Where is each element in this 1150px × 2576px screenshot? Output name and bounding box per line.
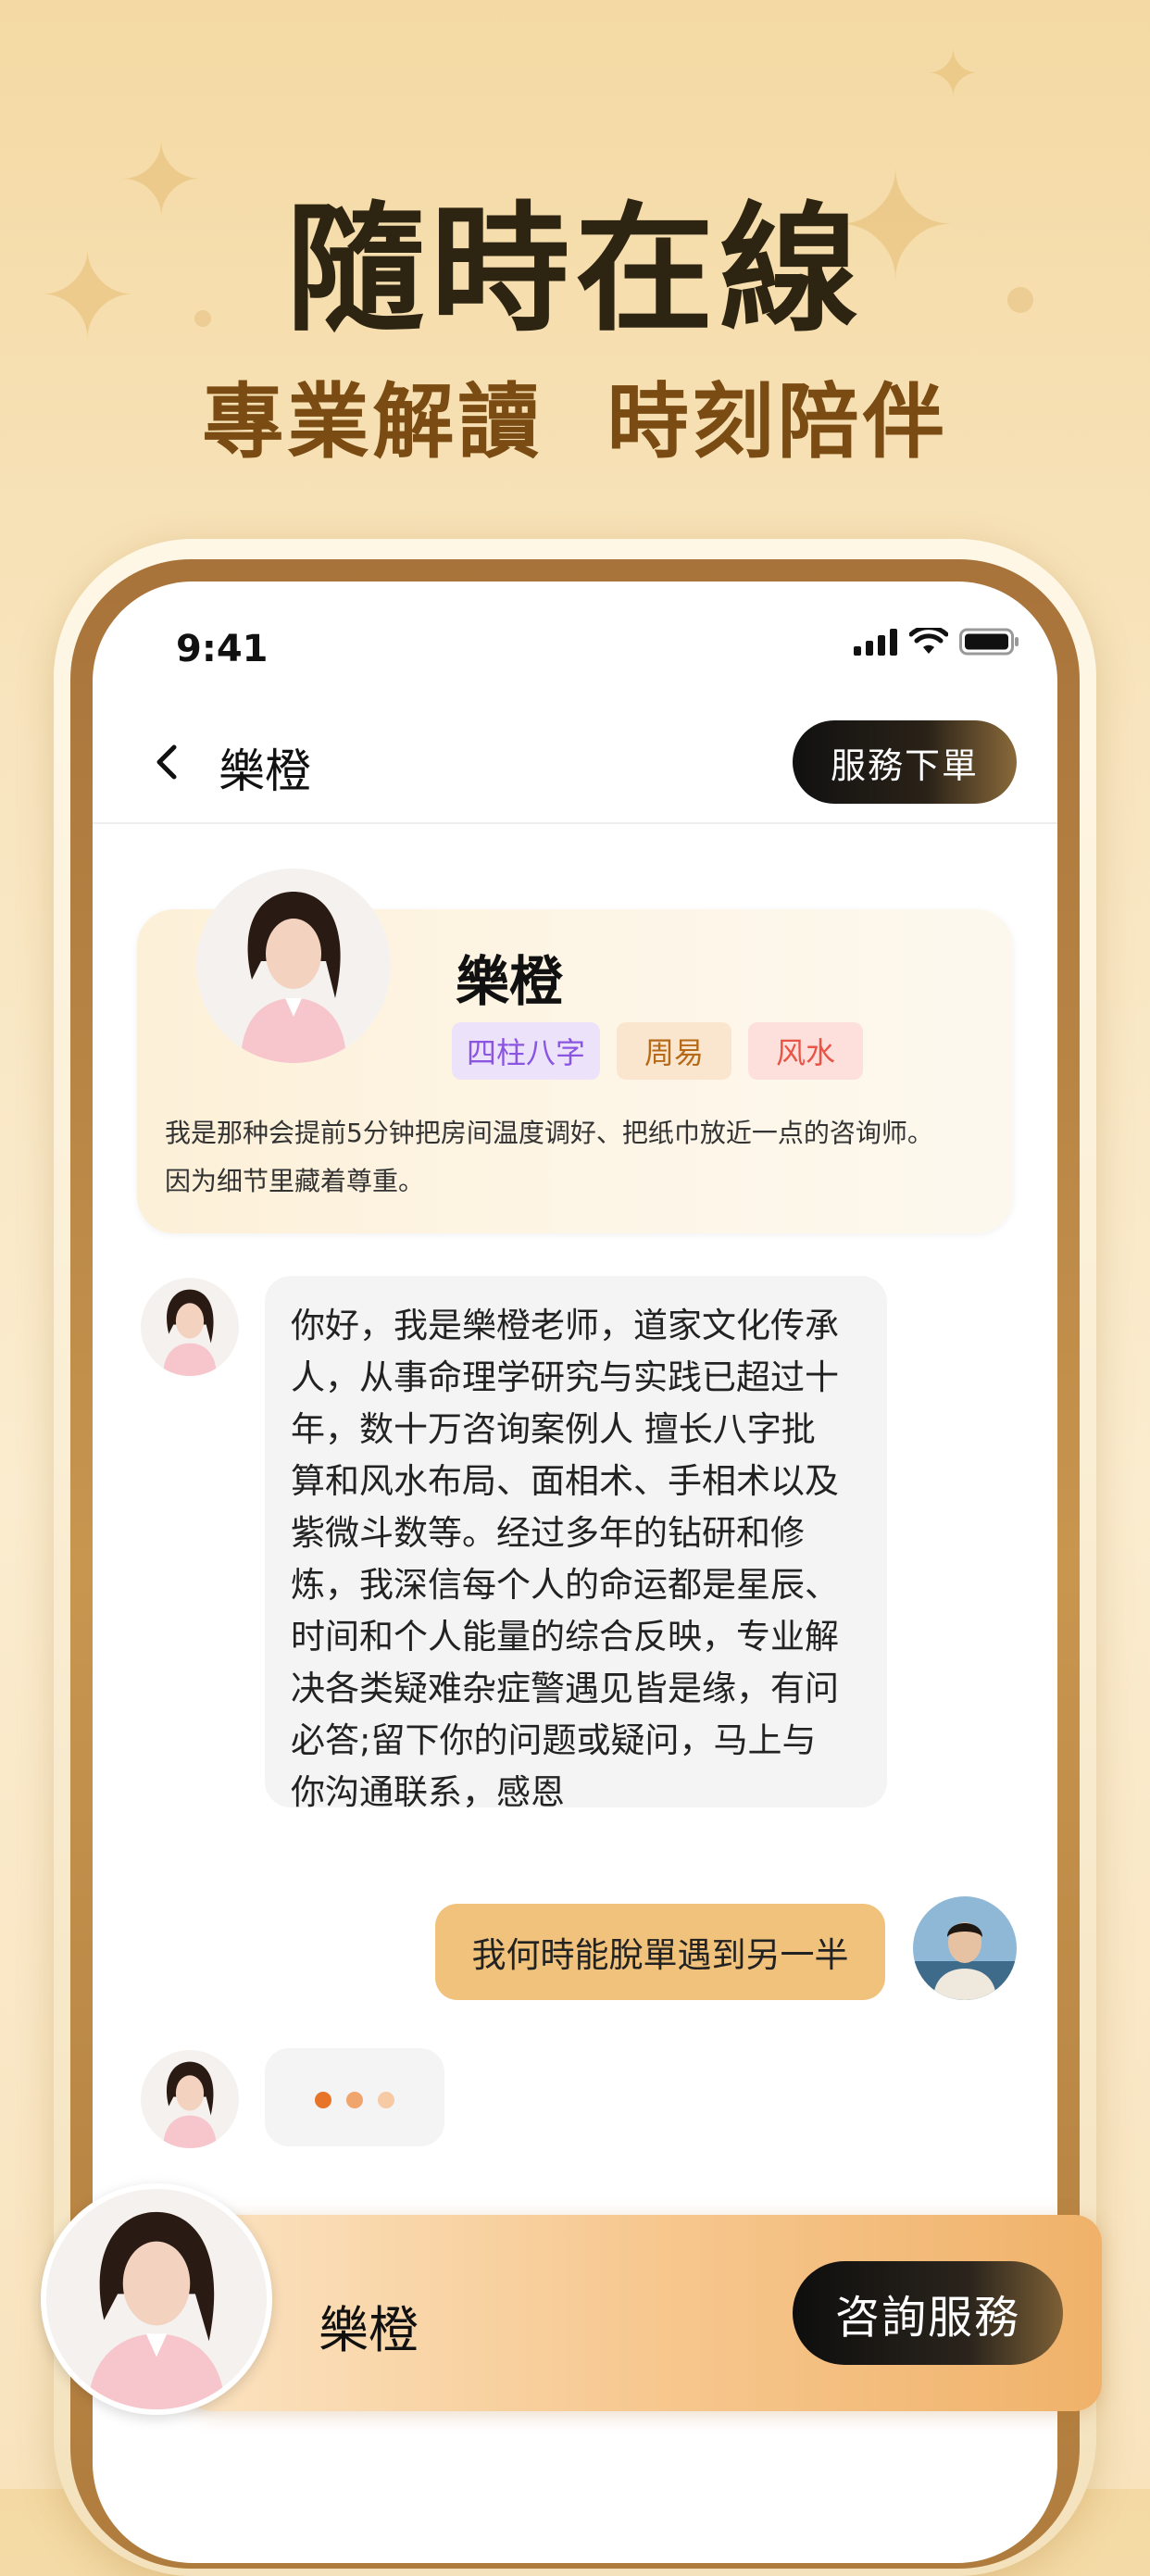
advisor-avatar-small [141, 2050, 239, 2148]
bio-line: 因为细节里藏着尊重。 [165, 1166, 425, 1196]
user-message-bubble: 我何時能脫單遇到另一半 [435, 1904, 885, 2000]
bio-line: 我是那种会提前5分钟把房间温度调好、把纸巾放近一点的咨询师。 [165, 1118, 933, 1148]
bottom-advisor-avatar [41, 2183, 272, 2415]
message-line: 必答;留下你的问题或疑问，马上与 [291, 1720, 817, 1760]
advisor-name: 樂橙 [456, 950, 564, 1013]
message-line: 决各类疑难杂症警遇见皆是缘，有问 [291, 1669, 839, 1708]
consult-service-button[interactable]: 咨詢服務 [793, 2261, 1063, 2365]
typing-dot [315, 2092, 331, 2108]
hero-title: 隨時在線 [285, 190, 864, 351]
advisor-avatar-small [141, 1278, 239, 1376]
message-line: 炼，我深信每个人的命运都是星辰、 [291, 1565, 839, 1605]
advisor-avatar [196, 869, 391, 1063]
typing-dot [346, 2092, 363, 2108]
message-line: 算和风水布局、面相术、手相术以及 [291, 1461, 839, 1501]
message-line: 紫微斗数等。经过多年的钻研和修 [291, 1513, 805, 1553]
user-avatar [913, 1896, 1017, 2000]
message-line: 人，从事命理学研究与实践已超过十 [291, 1357, 839, 1397]
advisor-bio: 我是那种会提前5分钟把房间温度调好、把纸巾放近一点的咨询师。 因为细节里藏着尊重… [165, 1109, 980, 1206]
battery-icon [959, 628, 1019, 656]
tag-fengshui: 风水 [748, 1022, 863, 1080]
bottom-advisor-name: 樂橙 [319, 2301, 419, 2359]
sparkle-icon: ✦ [926, 36, 981, 112]
message-line: 时间和个人能量的综合反映，专业解 [291, 1617, 839, 1657]
status-icons [854, 628, 1020, 656]
advisor-message-bubble: 你好，我是樂橙老师，道家文化传承 人，从事命理学研究与实践已超过十 年，数十万咨… [265, 1276, 887, 1812]
typing-indicator [265, 2048, 444, 2146]
signal-icon [854, 629, 897, 656]
message-line: 你沟通联系，感恩 [291, 1772, 565, 1812]
status-time: 9:41 [176, 628, 269, 670]
typing-dot [378, 2092, 394, 2108]
service-order-button[interactable]: 服務下單 [793, 720, 1017, 804]
nav-title: 樂橙 [219, 744, 311, 798]
tag-bazi: 四柱八字 [452, 1022, 600, 1080]
tag-zhouyi: 周易 [617, 1022, 731, 1080]
message-line: 你好，我是樂橙老师，道家文化传承 [291, 1306, 839, 1345]
message-line: 年，数十万咨询案例人 擅长八字批 [291, 1409, 816, 1449]
wifi-icon [909, 628, 948, 654]
back-button[interactable] [148, 734, 185, 790]
hero-subtitle: 專業解讀 時刻陪伴 [202, 374, 948, 469]
nav-divider [93, 822, 1057, 824]
